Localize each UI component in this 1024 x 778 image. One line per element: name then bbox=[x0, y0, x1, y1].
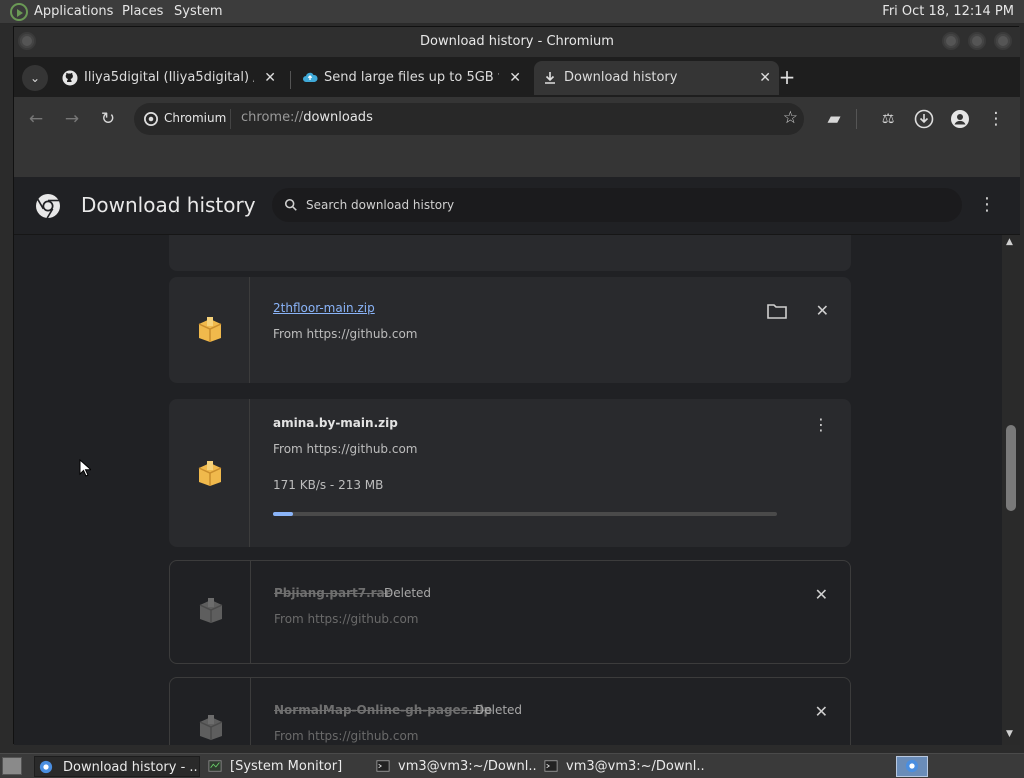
taskbar-item-terminal[interactable]: vm3@vm3:~/Downl... bbox=[372, 756, 536, 777]
tab-github[interactable]: Iliya5digital (Iliya5digital) / R ✕ bbox=[54, 61, 284, 95]
search-icon bbox=[284, 198, 297, 211]
more-actions-icon[interactable]: ⋮ bbox=[813, 415, 829, 434]
download-item: amina.by-main.zip From https://github.co… bbox=[169, 399, 851, 547]
search-placeholder: Search download history bbox=[306, 198, 455, 212]
taskbar-item-terminal[interactable]: vm3@vm3:~/Downl... bbox=[540, 756, 704, 777]
terminal-icon bbox=[376, 760, 390, 772]
places-menu[interactable]: Places bbox=[122, 4, 163, 19]
page-scrollbar[interactable]: ▲ ▼ bbox=[1002, 235, 1020, 745]
status-badge: Deleted bbox=[475, 703, 523, 717]
browser-menu-icon[interactable]: ⋮ bbox=[984, 107, 1008, 131]
search-downloads-input[interactable]: Search download history bbox=[272, 188, 962, 222]
page-title: Download history bbox=[81, 193, 256, 217]
close-window-button[interactable] bbox=[994, 32, 1012, 50]
download-item: Pbjiang.part7.rar Deleted From https://g… bbox=[169, 560, 851, 664]
address-bar[interactable]: Chromium chrome://downloads ☆ bbox=[134, 103, 804, 135]
taskbar-item-system-monitor[interactable]: [System Monitor] bbox=[204, 756, 368, 777]
file-source: From https://github.com bbox=[274, 612, 419, 626]
progress-fill bbox=[273, 512, 294, 516]
remove-download-button[interactable]: ✕ bbox=[815, 702, 828, 721]
tab-label: Send large files up to 5GB fo bbox=[324, 70, 499, 85]
toolbar-extension-area bbox=[14, 141, 1020, 177]
list-item bbox=[169, 235, 851, 271]
minimize-button[interactable] bbox=[942, 32, 960, 50]
file-source: From https://github.com bbox=[273, 327, 418, 341]
zip-file-icon bbox=[198, 461, 222, 486]
deleted-file-icon bbox=[199, 598, 223, 623]
download-item: NormalMap-Online-gh-pages.zip Deleted Fr… bbox=[169, 677, 851, 745]
tab-send-files[interactable]: Send large files up to 5GB fo ✕ bbox=[294, 61, 529, 95]
reload-button[interactable]: ↻ bbox=[96, 107, 120, 131]
bookmark-star-icon[interactable]: ☆ bbox=[783, 108, 798, 128]
zip-file-icon bbox=[198, 317, 222, 342]
window-title: Download history - Chromium bbox=[420, 34, 614, 49]
download-item: 2thfloor-main.zip From https://github.co… bbox=[169, 277, 851, 383]
window-titlebar[interactable]: Download history - Chromium bbox=[14, 27, 1020, 57]
close-tab-icon[interactable]: ✕ bbox=[759, 61, 771, 95]
file-name: amina.by-main.zip bbox=[273, 416, 398, 430]
scrollbar-thumb[interactable] bbox=[1006, 425, 1016, 511]
deleted-file-icon bbox=[199, 715, 223, 740]
tab-label: Iliya5digital (Iliya5digital) / R bbox=[84, 70, 254, 85]
download-progress-text: 171 KB/s - 213 MB bbox=[273, 478, 384, 492]
scroll-down-arrow-icon[interactable]: ▼ bbox=[1006, 729, 1013, 739]
url-text: chrome://downloads bbox=[241, 110, 373, 125]
chromium-logo-icon bbox=[36, 194, 60, 219]
scroll-up-arrow-icon[interactable]: ▲ bbox=[1006, 237, 1013, 247]
tab-search-button[interactable]: ⌄ bbox=[22, 65, 48, 91]
close-tab-icon[interactable]: ✕ bbox=[509, 61, 521, 95]
top-panel: Applications Places System Fri Oct 18, 1… bbox=[0, 0, 1024, 24]
close-tab-icon[interactable]: ✕ bbox=[264, 61, 276, 95]
browser-toolbar: ← → ↻ Chromium chrome://downloads ☆ ▰ ⚖ … bbox=[14, 97, 1020, 141]
file-name: NormalMap-Online-gh-pages.zip bbox=[274, 703, 493, 717]
show-in-folder-icon[interactable] bbox=[767, 303, 787, 319]
cloud-upload-icon bbox=[303, 72, 318, 82]
workspace-switcher-icon[interactable] bbox=[896, 756, 928, 777]
bottom-taskbar: Download history - ... [System Monitor] … bbox=[0, 753, 1024, 778]
status-badge: Deleted bbox=[384, 586, 432, 600]
browser-window: Download history - Chromium ⌄ Iliya5digi… bbox=[13, 26, 1020, 745]
clock[interactable]: Fri Oct 18, 12:14 PM bbox=[882, 4, 1014, 19]
file-name: Pbjiang.part7.rar bbox=[274, 586, 391, 600]
labs-flask-icon[interactable]: ⚖ bbox=[876, 107, 900, 131]
tab-label: Download history bbox=[564, 70, 678, 85]
system-menu[interactable]: System bbox=[174, 4, 222, 19]
terminal-icon bbox=[544, 760, 558, 772]
taskbar-item-chromium[interactable]: Download history - ... bbox=[34, 756, 200, 777]
download-icon bbox=[545, 72, 555, 84]
file-source: From https://github.com bbox=[274, 729, 419, 743]
distro-logo-icon[interactable] bbox=[10, 3, 28, 21]
new-tab-button[interactable]: + bbox=[774, 65, 800, 91]
applications-menu[interactable]: Applications bbox=[34, 4, 113, 19]
tab-strip: ⌄ Iliya5digital (Iliya5digital) / R ✕ Se… bbox=[14, 57, 1020, 97]
show-desktop-icon[interactable] bbox=[2, 757, 22, 775]
progress-bar bbox=[273, 512, 777, 516]
extensions-icon[interactable]: ▰ bbox=[822, 107, 846, 131]
page-menu-icon[interactable]: ⋮ bbox=[978, 194, 996, 215]
forward-button[interactable]: → bbox=[60, 107, 84, 131]
window-menu-button[interactable] bbox=[18, 32, 36, 50]
profile-avatar-icon[interactable] bbox=[948, 107, 972, 131]
file-source: From https://github.com bbox=[273, 442, 418, 456]
back-button[interactable]: ← bbox=[24, 107, 48, 131]
remove-download-button[interactable]: ✕ bbox=[816, 301, 829, 320]
downloads-icon[interactable] bbox=[912, 107, 936, 131]
remove-download-button[interactable]: ✕ bbox=[815, 585, 828, 604]
github-icon bbox=[62, 70, 78, 86]
chromium-icon bbox=[39, 760, 53, 774]
chromium-icon bbox=[144, 112, 158, 126]
maximize-button[interactable] bbox=[968, 32, 986, 50]
mouse-cursor-icon bbox=[79, 459, 91, 477]
site-chip-label: Chromium bbox=[164, 111, 227, 125]
system-monitor-icon bbox=[208, 760, 222, 772]
tab-download-history[interactable]: Download history ✕ bbox=[534, 61, 779, 95]
downloads-header: Download history Search download history… bbox=[14, 177, 1020, 235]
file-name-link[interactable]: 2thfloor-main.zip bbox=[273, 301, 375, 315]
downloads-page: Download history Search download history… bbox=[14, 177, 1020, 745]
